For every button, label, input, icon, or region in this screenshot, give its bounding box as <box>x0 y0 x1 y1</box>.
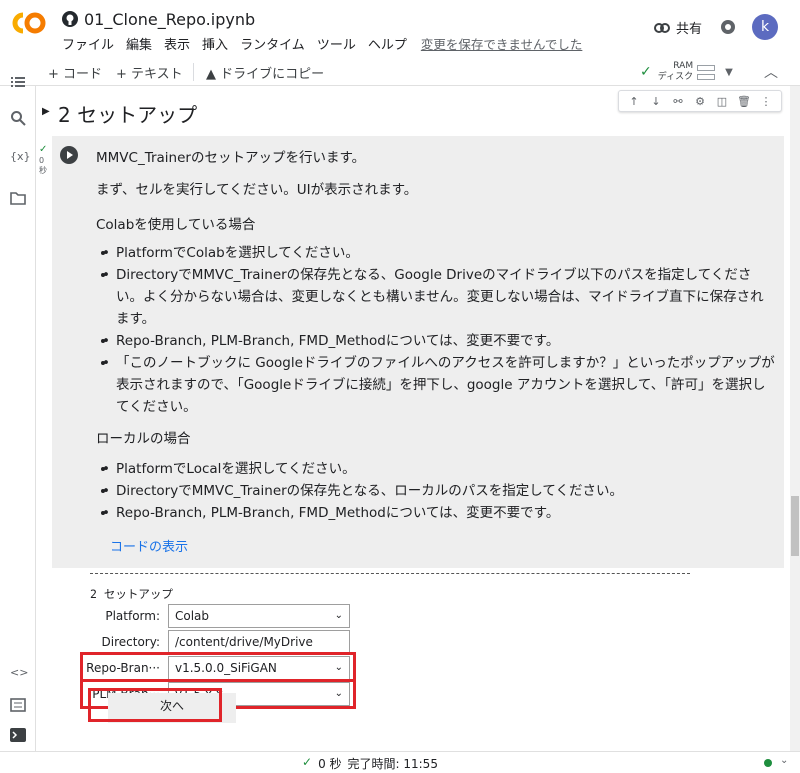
copy-to-drive-button[interactable]: ▲ ドライブにコピー <box>206 63 324 82</box>
status-completed: 完了時間: 11:55 <box>347 757 438 771</box>
code-snippets-icon[interactable]: <> <box>10 666 28 680</box>
notebook-title[interactable]: 01_Clone_Repo.ipynb <box>84 10 255 29</box>
list-item: 「このノートブックに Googleドライブのファイルへのアクセスを許可しますか？… <box>102 352 776 418</box>
menu-insert[interactable]: 挿入 <box>202 34 228 53</box>
section-header: ▶ 2 セットアップ ↑ ↓ ⚯ ⚙ ◫ 🗑 ⋮ <box>36 86 800 136</box>
search-icon[interactable] <box>10 110 26 126</box>
next-highlight-box <box>88 688 222 722</box>
cell-toolbar: ↑ ↓ ⚯ ⚙ ◫ 🗑 ⋮ <box>618 90 782 112</box>
left-rail: {x} <> <box>0 77 36 751</box>
collapse-header-icon[interactable]: ︿ <box>764 62 778 82</box>
menu-file[interactable]: ファイル <box>62 34 114 53</box>
platform-label: Platform: <box>105 609 160 623</box>
output-title: 2 セットアップ <box>90 587 173 601</box>
show-code-link[interactable]: コードの表示 <box>110 536 188 555</box>
toolbar-divider <box>193 63 194 81</box>
terminal-icon[interactable] <box>10 728 26 742</box>
status-bar: ✓ 0 秒 完了時間: 11:55 ⌄ <box>0 751 800 773</box>
mirror-cell-icon[interactable]: ◫ <box>715 95 729 108</box>
disk-bar <box>697 73 716 80</box>
ram-bar <box>697 64 716 71</box>
copy-to-drive-label: ドライブにコピー <box>220 67 325 82</box>
disk-label: ディスク <box>657 72 694 82</box>
colab-logo[interactable] <box>12 12 46 34</box>
delete-icon[interactable]: 🗑 <box>737 95 751 108</box>
chevron-down-icon: ⌄ <box>334 610 343 621</box>
run-cell-button[interactable] <box>60 146 78 164</box>
table-of-contents-icon[interactable] <box>10 74 26 90</box>
platform-dropdown[interactable]: Colab ⌄ <box>168 604 350 628</box>
connected-check-icon: ✓ <box>640 64 652 80</box>
directory-value: /content/drive/MyDrive <box>175 635 313 649</box>
more-options-icon[interactable]: ⋮ <box>759 95 773 108</box>
share-button[interactable]: 共有 <box>654 18 702 37</box>
command-palette-icon[interactable] <box>10 698 26 712</box>
list-item: DirectoryでMMVC_Trainerの保存先となる、Google Dri… <box>102 264 776 330</box>
ram-label: RAM <box>673 61 694 71</box>
share-label: 共有 <box>676 22 703 37</box>
scrollbar-thumb[interactable] <box>791 496 799 556</box>
link-cell-icon[interactable]: ⚯ <box>671 95 685 108</box>
scrollbar[interactable] <box>790 86 800 751</box>
list-item: Repo-Branch, PLM-Branch, FMD_Methodについては… <box>102 502 776 524</box>
move-up-icon[interactable]: ↑ <box>627 95 641 108</box>
section-expand-icon[interactable]: ▶ <box>42 106 50 117</box>
platform-value: Colab <box>175 609 210 623</box>
directory-input[interactable]: /content/drive/MyDrive <box>168 630 350 654</box>
app-header: 01_Clone_Repo.ipynb ファイル 編集 表示 挿入 ランタイム … <box>0 0 800 58</box>
exec-time-unit: 秒 <box>39 166 47 175</box>
output-separator <box>90 573 690 574</box>
move-down-icon[interactable]: ↓ <box>649 95 663 108</box>
add-code-button[interactable]: + コード <box>48 63 102 82</box>
exec-check-icon: ✓ <box>39 144 48 155</box>
list-item: Repo-Branch, PLM-Branch, FMD_Methodについては… <box>102 330 776 352</box>
resource-indicator[interactable]: ✓ RAM ディスク ▼ <box>640 58 733 86</box>
list-item: DirectoryでMMVC_Trainerの保存先となる、ローカルのパスを指定… <box>102 480 776 502</box>
exec-time-value: 0 <box>39 156 45 165</box>
repo-highlight-box <box>80 652 356 682</box>
avatar[interactable]: k <box>752 14 778 40</box>
cell-output: 2 セットアップ Platform: Colab ⌄ Directory: /c… <box>52 568 784 746</box>
list-item: PlatformでColabを選択してください。 <box>102 242 776 264</box>
intro-line-1: MMVC_Trainerのセットアップを行います。 <box>96 150 366 166</box>
link-icon <box>654 22 670 33</box>
status-check-icon: ✓ <box>302 755 313 769</box>
chevron-down-icon[interactable]: ⌄ <box>780 755 788 766</box>
intro-line-2: まず、セルを実行してください。UIが表示されます。 <box>96 182 418 198</box>
menu-view[interactable]: 表示 <box>164 34 190 53</box>
menu-bar: ファイル 編集 表示 挿入 ランタイム ツール ヘルプ 変更を保存できませんでし… <box>62 34 594 53</box>
connection-status-icon <box>764 759 772 767</box>
unsaved-notice[interactable]: 変更を保存できませんでした <box>421 34 583 53</box>
drive-icon: ▲ <box>206 67 221 82</box>
chevron-down-icon[interactable]: ▼ <box>725 67 733 78</box>
menu-help[interactable]: ヘルプ <box>368 34 407 53</box>
notebook-toolbar: + コード + テキスト ▲ ドライブにコピー ✓ RAM ディスク ▼ ︿ <box>0 58 800 86</box>
github-icon <box>62 11 78 27</box>
settings-gear-icon[interactable] <box>718 17 738 37</box>
section-title: 2 セットアップ <box>58 103 198 127</box>
notebook-area: ▶ 2 セットアップ ↑ ↓ ⚯ ⚙ ◫ 🗑 ⋮ ✓ 0 秒 MMVC_Trai… <box>36 86 800 751</box>
cell-settings-icon[interactable]: ⚙ <box>693 95 707 108</box>
colab-heading: Colabを使用している場合 <box>96 217 256 233</box>
menu-tools[interactable]: ツール <box>317 34 356 53</box>
exec-time: 0 秒 <box>39 156 47 176</box>
folder-icon[interactable] <box>10 190 26 206</box>
variables-icon[interactable]: {x} <box>10 150 31 166</box>
list-item: PlatformでLocalを選択してください。 <box>102 458 776 480</box>
directory-label: Directory: <box>101 635 160 649</box>
local-heading: ローカルの場合 <box>96 431 191 447</box>
menu-edit[interactable]: 編集 <box>126 34 152 53</box>
menu-runtime[interactable]: ランタイム <box>240 34 305 53</box>
add-text-button[interactable]: + テキスト <box>116 63 183 82</box>
status-exec-time: 0 秒 <box>318 757 342 771</box>
